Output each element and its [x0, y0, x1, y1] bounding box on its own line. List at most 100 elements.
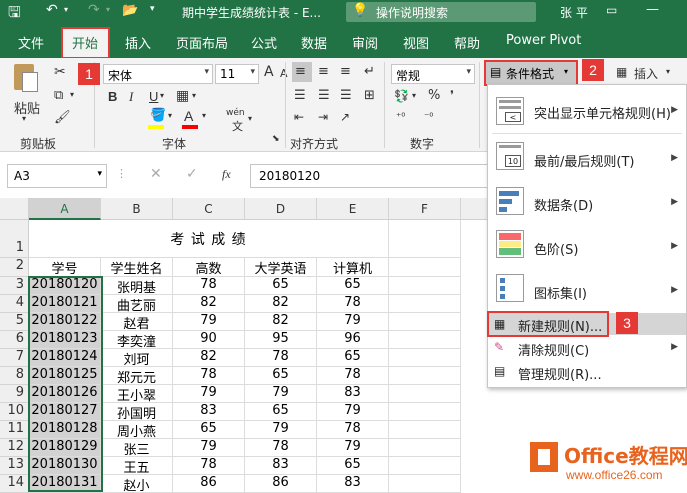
cell-name[interactable]: 李奕潼 — [101, 331, 173, 349]
table-cell[interactable] — [389, 313, 461, 331]
decrease-decimal-icon[interactable]: ⁻⁰ — [424, 112, 433, 123]
undo-icon[interactable]: ↶ — [46, 2, 58, 18]
row-header[interactable]: 11 — [0, 421, 29, 439]
paste-dropdown-icon[interactable]: ▾ — [22, 114, 26, 123]
percent-button[interactable]: % — [428, 88, 440, 103]
underline-dropdown-icon[interactable]: ▾ — [160, 91, 164, 100]
user-name[interactable]: 张 平 — [560, 4, 588, 21]
cell-math[interactable]: 79 — [173, 439, 245, 457]
font-color-dropdown-icon[interactable]: ▾ — [202, 111, 206, 120]
cell-math[interactable]: 78 — [173, 277, 245, 295]
cell-math[interactable]: 79 — [173, 313, 245, 331]
table-cell[interactable] — [389, 439, 461, 457]
cell-name[interactable]: 赵小 — [101, 475, 173, 493]
cell-name[interactable]: 张明基 — [101, 277, 173, 295]
header-cell-english[interactable]: 大学英语 — [245, 258, 317, 277]
orientation-icon[interactable]: ↗ — [340, 110, 350, 124]
borders-icon[interactable]: ▦ — [176, 88, 189, 104]
cell-english[interactable]: 83 — [245, 457, 317, 475]
table-cell[interactable] — [389, 277, 461, 295]
redo-icon[interactable]: ↷ — [88, 2, 100, 18]
cell-name[interactable]: 赵君 — [101, 313, 173, 331]
number-format-combo[interactable]: 常规 ▾ — [391, 64, 475, 84]
cut-icon[interactable]: ✂ — [54, 64, 66, 80]
tab-view[interactable]: 视图 — [403, 33, 429, 52]
row-header[interactable]: 9 — [0, 385, 29, 403]
cell-math[interactable]: 83 — [173, 403, 245, 421]
cell-computer[interactable]: 79 — [317, 403, 389, 421]
cell-math[interactable]: 82 — [173, 349, 245, 367]
cell-computer[interactable]: 78 — [317, 421, 389, 439]
cell-computer[interactable]: 83 — [317, 385, 389, 403]
cell-english[interactable]: 86 — [245, 475, 317, 493]
tab-data[interactable]: 数据 — [301, 33, 327, 52]
insert-dropdown-icon[interactable]: ▾ — [666, 67, 670, 76]
cell-math[interactable]: 90 — [173, 331, 245, 349]
table-cell[interactable] — [389, 367, 461, 385]
italic-button[interactable]: I — [129, 89, 133, 105]
cell-english[interactable]: 65 — [245, 367, 317, 385]
paste-icon[interactable] — [10, 62, 40, 96]
cell-english[interactable]: 79 — [245, 385, 317, 403]
table-cell[interactable] — [389, 349, 461, 367]
row-header[interactable]: 6 — [0, 331, 29, 349]
name-box-dropdown-icon[interactable]: ▾ — [97, 169, 102, 179]
undo-dropdown-icon[interactable]: ▾ — [64, 5, 68, 14]
header-cell-math[interactable]: 高数 — [173, 258, 245, 277]
cell-math[interactable]: 78 — [173, 457, 245, 475]
table-cell[interactable] — [389, 385, 461, 403]
menu-item-color-scales[interactable]: 色阶(S) ▶ — [488, 223, 686, 267]
copy-icon[interactable]: ⧉ — [54, 88, 63, 103]
borders-dropdown-icon[interactable]: ▾ — [192, 91, 196, 100]
header-cell-name[interactable]: 学生姓名 — [101, 258, 173, 277]
accounting-icon[interactable]: 💱 — [394, 89, 409, 103]
insert-cells-icon[interactable]: ▦ — [616, 65, 627, 79]
cell-math[interactable]: 65 — [173, 421, 245, 439]
menu-item-manage-rules[interactable]: ▤ 管理规则(R)... — [488, 361, 686, 383]
row-header[interactable]: 14 — [0, 475, 29, 493]
cell-name[interactable]: 郑元元 — [101, 367, 173, 385]
grow-font-icon[interactable]: A — [264, 64, 274, 80]
comma-icon[interactable]: ❜ — [450, 88, 454, 102]
cell-name[interactable]: 孙国明 — [101, 403, 173, 421]
column-header-c[interactable]: C — [173, 198, 245, 220]
font-name-dropdown-icon[interactable]: ▾ — [204, 67, 209, 77]
table-cell[interactable] — [389, 475, 461, 493]
row-header[interactable]: 4 — [0, 295, 29, 313]
merge-center-icon[interactable]: ⊞ — [364, 88, 375, 103]
row-header[interactable]: 2 — [0, 258, 29, 277]
select-all-button[interactable] — [0, 198, 29, 220]
cell-computer[interactable]: 65 — [317, 349, 389, 367]
format-painter-icon[interactable]: 🖌 — [54, 110, 71, 125]
minimize-icon[interactable]: — — [646, 2, 659, 17]
cell-english[interactable]: 78 — [245, 439, 317, 457]
column-header-d[interactable]: D — [245, 198, 317, 220]
column-header-e[interactable]: E — [317, 198, 389, 220]
menu-item-highlight-rules[interactable]: < 突出显示单元格规则(H) ▶ — [488, 89, 686, 133]
cell-english[interactable]: 78 — [245, 349, 317, 367]
accounting-dropdown-icon[interactable]: ▾ — [412, 91, 416, 100]
cell-english[interactable]: 65 — [245, 277, 317, 295]
increase-decimal-icon[interactable]: ⁺⁰ — [396, 112, 405, 123]
row-header[interactable]: 12 — [0, 439, 29, 457]
table-cell[interactable] — [389, 403, 461, 421]
row-header[interactable]: 5 — [0, 313, 29, 331]
align-left-icon[interactable]: ☰ — [294, 88, 306, 103]
header-cell-computer[interactable]: 计算机 — [317, 258, 389, 277]
copy-dropdown-icon[interactable]: ▾ — [70, 90, 74, 99]
cell-math[interactable]: 86 — [173, 475, 245, 493]
open-folder-icon[interactable]: 📂 — [122, 3, 138, 18]
font-color-button[interactable]: A — [184, 108, 193, 124]
align-right-icon[interactable]: ☰ — [340, 88, 352, 103]
number-format-dropdown-icon[interactable]: ▾ — [466, 67, 471, 77]
cell-computer[interactable]: 96 — [317, 331, 389, 349]
cell-english[interactable]: 82 — [245, 295, 317, 313]
underline-button[interactable]: U — [149, 89, 158, 104]
column-header-a[interactable]: A — [29, 198, 101, 220]
row-header[interactable]: 3 — [0, 277, 29, 295]
center-icon[interactable]: ☰ — [318, 88, 330, 103]
tab-power-pivot[interactable]: Power Pivot — [506, 33, 581, 48]
tab-file[interactable]: 文件 — [18, 33, 44, 52]
cell-name[interactable]: 王小翠 — [101, 385, 173, 403]
insert-cells-label[interactable]: 插入 — [634, 65, 658, 82]
